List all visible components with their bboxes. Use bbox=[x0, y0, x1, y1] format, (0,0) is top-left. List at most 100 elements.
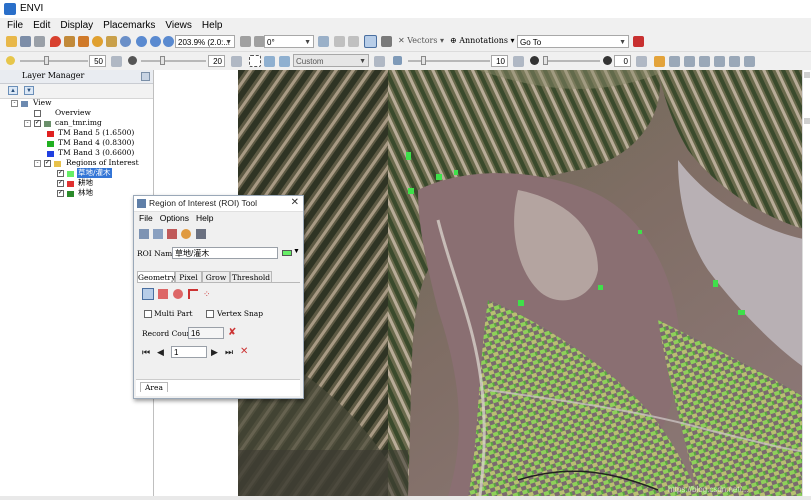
expand-all-icon[interactable]: ▼ bbox=[24, 86, 34, 95]
roi-menu-file[interactable]: File bbox=[139, 212, 153, 224]
chevron-down-icon[interactable]: ▼ bbox=[293, 248, 300, 255]
delete-record-icon[interactable]: ✕ bbox=[240, 347, 250, 357]
previous-record-icon[interactable]: ◀ bbox=[157, 347, 167, 357]
tree-node-roi-cropland[interactable]: 耕地 bbox=[78, 178, 93, 188]
select-icon[interactable] bbox=[334, 36, 345, 47]
menu-placemarks[interactable]: Placemarks bbox=[103, 18, 155, 33]
contrast-slider-knob[interactable] bbox=[160, 56, 165, 65]
vertex-icon[interactable] bbox=[348, 36, 359, 47]
stretch-box-icon[interactable] bbox=[249, 55, 261, 67]
menu-views[interactable]: Views bbox=[165, 18, 192, 33]
tree-node-image[interactable]: can_tmr.img bbox=[55, 118, 102, 128]
vertex-snap-checkbox[interactable] bbox=[206, 310, 214, 318]
close-icon[interactable]: ✕ bbox=[291, 197, 299, 208]
panel-toggle-icon[interactable] bbox=[141, 72, 150, 81]
tab-grow[interactable]: Grow bbox=[202, 271, 230, 282]
menu-edit[interactable]: Edit bbox=[33, 18, 50, 33]
menu-help[interactable]: Help bbox=[202, 18, 223, 33]
expand-image-icon[interactable]: - bbox=[24, 120, 31, 127]
tree-node-roi-group[interactable]: Regions of Interest bbox=[66, 158, 139, 168]
rotation-combo[interactable]: 0° ▼ bbox=[264, 35, 314, 48]
tab-pixel[interactable]: Pixel bbox=[175, 271, 202, 282]
reset-transparency-icon[interactable] bbox=[636, 56, 647, 67]
profile-icon[interactable] bbox=[654, 56, 665, 67]
stretch-combo[interactable]: Custom ▼ bbox=[293, 54, 369, 67]
transparency-slider-knob[interactable] bbox=[543, 56, 548, 65]
roi-color-tool-icon[interactable] bbox=[181, 229, 191, 239]
pin-icon[interactable] bbox=[50, 36, 61, 47]
roi-group-checkbox[interactable]: ✓ bbox=[44, 160, 51, 167]
tab-threshold[interactable]: Threshold bbox=[230, 271, 272, 282]
open-file-icon[interactable] bbox=[6, 36, 17, 47]
rotate-left-icon[interactable] bbox=[240, 36, 251, 47]
next-record-icon[interactable]: ▶ bbox=[211, 347, 221, 357]
delete-records-icon[interactable]: ✘ bbox=[228, 328, 238, 338]
image-checkbox[interactable]: ✓ bbox=[34, 120, 41, 127]
delete-roi-icon[interactable] bbox=[167, 229, 177, 239]
menu-file[interactable]: File bbox=[7, 18, 23, 33]
new-vector-roi-icon[interactable] bbox=[153, 229, 163, 239]
last-record-icon[interactable]: ⏭ bbox=[225, 347, 235, 357]
zoom-combo[interactable]: 203.9% (2.0:... ▼ bbox=[175, 35, 235, 48]
reset-sharpen-icon[interactable] bbox=[513, 56, 524, 67]
brightness-value[interactable]: 50 bbox=[89, 55, 106, 67]
goto-combo[interactable]: Go To ▼ bbox=[517, 35, 629, 48]
roi-forest-checkbox[interactable]: ✓ bbox=[57, 190, 64, 197]
first-record-icon[interactable]: ⏮ bbox=[142, 347, 152, 357]
satellite-image[interactable] bbox=[238, 70, 808, 496]
tree-node-band5[interactable]: TM Band 5 (1.6500) bbox=[58, 128, 134, 138]
zoom-tool-icon[interactable] bbox=[120, 36, 131, 47]
expand-roi-icon[interactable]: - bbox=[34, 160, 41, 167]
hand-pan-icon[interactable] bbox=[64, 36, 75, 47]
roi-grassland-checkbox[interactable]: ✓ bbox=[57, 170, 64, 177]
transparency-slider[interactable] bbox=[544, 60, 600, 62]
tree-node-overview[interactable]: Overview bbox=[55, 108, 91, 118]
annotations-dropdown[interactable]: ⊕ Annotations ▾ bbox=[450, 35, 515, 47]
expand-view-icon[interactable]: - bbox=[11, 100, 18, 107]
polyline-tool-icon[interactable] bbox=[188, 289, 198, 299]
roi-menu-options[interactable]: Options bbox=[160, 212, 189, 224]
zoom-out-icon[interactable] bbox=[150, 36, 161, 47]
brightness-slider[interactable] bbox=[20, 60, 88, 62]
point-tool-icon[interactable]: ⁘ bbox=[203, 289, 213, 299]
roi-tool-icon[interactable] bbox=[364, 35, 377, 48]
view-icon-1[interactable] bbox=[669, 56, 680, 67]
roi-table-icon[interactable] bbox=[196, 229, 206, 239]
goto-go-icon[interactable] bbox=[633, 36, 644, 47]
reset-view-icon[interactable] bbox=[318, 36, 329, 47]
collapse-all-icon[interactable]: ▲ bbox=[8, 86, 18, 95]
refresh-stretch-icon[interactable] bbox=[374, 56, 385, 67]
reset-brightness-icon[interactable] bbox=[111, 56, 122, 67]
crosshair-icon[interactable] bbox=[106, 36, 117, 47]
sharpen-value[interactable]: 10 bbox=[491, 55, 508, 67]
view-icon-2[interactable] bbox=[684, 56, 695, 67]
view-icon-4[interactable] bbox=[714, 56, 725, 67]
rectangle-tool-icon[interactable] bbox=[158, 289, 168, 299]
polygon-tool-icon[interactable] bbox=[142, 288, 154, 300]
tab-area[interactable]: Area bbox=[140, 382, 168, 392]
roi-cropland-checkbox[interactable]: ✓ bbox=[57, 180, 64, 187]
menu-display[interactable]: Display bbox=[60, 18, 93, 33]
new-roi-icon[interactable] bbox=[139, 229, 149, 239]
roi-name-input[interactable]: 草地/灌木 bbox=[172, 247, 278, 259]
zoom-in-icon[interactable] bbox=[136, 36, 147, 47]
panel-button-icon[interactable] bbox=[804, 118, 810, 124]
tree-node-band4[interactable]: TM Band 4 (0.8300) bbox=[58, 138, 134, 148]
view-icon-3[interactable] bbox=[699, 56, 710, 67]
view-icon-6[interactable] bbox=[744, 56, 755, 67]
view-icon-5[interactable] bbox=[729, 56, 740, 67]
transparency-value[interactable]: 0 bbox=[614, 55, 631, 67]
roi-color-picker[interactable] bbox=[282, 250, 292, 256]
roi-menu-help[interactable]: Help bbox=[196, 212, 213, 224]
image-view[interactable] bbox=[238, 70, 808, 496]
measure-icon[interactable] bbox=[381, 36, 392, 47]
save-icon[interactable] bbox=[20, 36, 31, 47]
tree-node-roi-grassland[interactable]: 草地/灌木 bbox=[77, 168, 112, 178]
panel-button-icon[interactable] bbox=[804, 72, 810, 78]
vectors-dropdown[interactable]: ✕ Vectors ▾ bbox=[398, 35, 444, 47]
tree-node-view[interactable]: View bbox=[33, 98, 52, 108]
zoom-fixed-icon[interactable] bbox=[163, 36, 174, 47]
tree-node-band3[interactable]: TM Band 3 (0.6600) bbox=[58, 148, 134, 158]
contrast-slider[interactable] bbox=[141, 60, 206, 62]
roi-dialog-titlebar[interactable]: Region of Interest (ROI) Tool ✕ bbox=[134, 196, 303, 212]
